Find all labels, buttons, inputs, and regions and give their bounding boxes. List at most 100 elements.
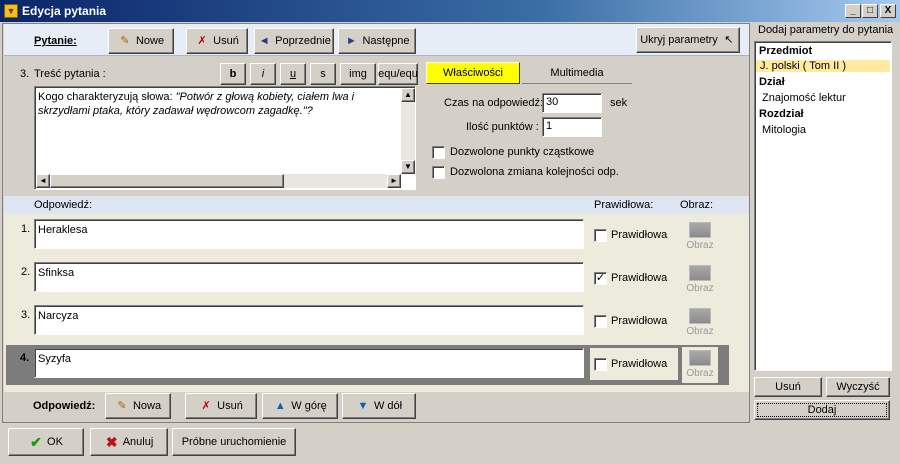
new-question-label: Nowe — [135, 35, 165, 47]
clear-parameters-button[interactable]: Wyczyść — [826, 377, 890, 397]
underline-button[interactable]: u — [280, 63, 306, 85]
italic-button[interactable]: i — [250, 63, 276, 85]
time-label: Czas na odpowiedź: — [444, 97, 544, 109]
question-number: 3. — [20, 68, 30, 80]
image-placeholder-icon — [689, 265, 711, 281]
new-question-button[interactable]: ✎ Nowe — [108, 28, 174, 54]
correct-checkbox[interactable]: ✓ — [594, 272, 607, 285]
correct-checkbox[interactable] — [594, 358, 607, 371]
app-icon: ▼ — [4, 4, 18, 18]
answer-image-button[interactable]: Obraz — [685, 350, 715, 379]
answer-footer-label: Odpowiedź: — [33, 400, 96, 412]
move-up-label: W górę — [291, 400, 327, 412]
hide-parameters-button[interactable]: Ukryj parametry ↖ — [636, 27, 740, 53]
tree-header-section: Dział — [759, 76, 785, 88]
image-label: Obraz — [686, 368, 714, 379]
points-label: Ilość punktów : — [466, 121, 539, 133]
image-placeholder-icon — [689, 308, 711, 324]
horizontal-scrollbar[interactable]: ◄ ► — [36, 174, 401, 188]
vertical-scrollbar[interactable]: ▲ ▼ — [401, 88, 415, 174]
time-unit: sek — [610, 97, 628, 109]
test-run-button[interactable]: Próbne uruchomienie — [172, 428, 296, 456]
tab-properties[interactable]: Właściwości — [426, 62, 520, 84]
cancel-button[interactable]: ✖ Anuluj — [90, 428, 168, 456]
image-label: Obraz — [686, 283, 714, 294]
image-label: Obraz — [686, 240, 714, 251]
order-change-checkbox[interactable] — [432, 166, 445, 179]
tab-multimedia[interactable]: Multimedia — [522, 62, 632, 84]
tree-header-chapter: Rozdział — [759, 108, 804, 120]
arrow-right-icon: ► — [346, 35, 357, 47]
tree-header-subject: Przedmiot — [759, 45, 813, 57]
tree-item-section[interactable]: Znajomość lektur — [762, 92, 846, 104]
partial-points-checkbox[interactable] — [432, 146, 445, 159]
add-parameter-button[interactable]: Dodaj — [754, 400, 890, 420]
delete-answer-button[interactable]: ✗ Usuń — [185, 393, 257, 419]
cancel-icon: ✖ — [105, 434, 118, 450]
arrow-left-icon: ◄ — [258, 35, 270, 47]
answer-number: 3. — [21, 309, 31, 321]
pencil-icon: ✎ — [117, 400, 127, 412]
tree-item-subject[interactable]: J. polski ( Tom II ) — [756, 60, 890, 72]
delete-answer-label: Usuń — [217, 400, 243, 412]
image-label: Obraz — [686, 326, 714, 337]
points-input[interactable]: 1 — [542, 117, 602, 137]
previous-question-button[interactable]: ◄ Poprzednie — [254, 28, 334, 54]
partial-points-label: Dozwolone punkty cząstkowe — [450, 146, 595, 158]
tree-item-chapter[interactable]: Mitologia — [762, 124, 806, 136]
image-column-header: Obraz: — [680, 199, 714, 211]
correct-checkbox[interactable] — [594, 315, 607, 328]
delete-icon: ✗ — [197, 35, 207, 47]
strikethrough-button[interactable]: s — [310, 63, 336, 85]
answer-image-button[interactable]: Obraz — [685, 265, 715, 294]
close-button[interactable]: X — [880, 4, 896, 18]
question-text-area[interactable]: Kogo charakteryzują słowa: "Potwór z gło… — [34, 86, 416, 190]
pencil-icon: ✎ — [120, 35, 130, 47]
minimize-button[interactable]: _ — [845, 4, 861, 18]
maximize-button[interactable]: □ — [862, 4, 878, 18]
question-text: Kogo charakteryzują słowa: — [38, 91, 176, 103]
hide-parameters-label: Ukryj parametry — [640, 34, 718, 46]
answer-input[interactable]: Syzyfa — [34, 348, 584, 378]
correct-column-header: Prawidłowa: — [594, 199, 654, 211]
horizontal-scroll-thumb[interactable] — [50, 174, 284, 188]
correct-label: Prawidłowa — [611, 358, 668, 370]
answer-number: 2. — [21, 266, 31, 278]
ok-button[interactable]: ✔ OK — [8, 428, 84, 456]
answer-image-button[interactable]: Obraz — [685, 222, 715, 251]
correct-label: Prawidłowa — [611, 272, 668, 284]
bold-button[interactable]: b — [220, 63, 246, 85]
scroll-down-icon[interactable]: ▼ — [401, 160, 415, 174]
delete-icon: ✗ — [201, 400, 211, 412]
image-placeholder-icon — [689, 350, 711, 366]
next-question-button[interactable]: ► Następne — [338, 28, 416, 54]
question-content-label: Treść pytania : — [34, 68, 106, 80]
checkmark-icon: ✔ — [30, 434, 42, 450]
answer-image-button[interactable]: Obraz — [685, 308, 715, 337]
question-label: Pytanie: — [34, 35, 77, 47]
parameters-tree[interactable]: Przedmiot J. polski ( Tom II ) Dział Zna… — [754, 41, 892, 371]
arrow-up-icon: ▲ — [274, 400, 286, 412]
scroll-up-icon[interactable]: ▲ — [401, 88, 415, 102]
correct-checkbox[interactable] — [594, 229, 607, 242]
move-down-label: W dół — [373, 400, 403, 412]
equation-button[interactable]: equ/equ — [378, 63, 418, 85]
scroll-right-icon[interactable]: ► — [387, 174, 401, 188]
window-title: Edycja pytania — [22, 4, 107, 18]
answer-column-header: Odpowiedź: — [34, 199, 93, 211]
image-button[interactable]: img — [340, 63, 376, 85]
answer-number: 4. — [20, 352, 30, 364]
move-down-button[interactable]: ▼ W dół — [342, 393, 416, 419]
answer-input[interactable]: Heraklesa — [34, 219, 584, 249]
delete-question-button[interactable]: ✗ Usuń — [186, 28, 248, 54]
move-up-button[interactable]: ▲ W górę — [262, 393, 338, 419]
new-answer-button[interactable]: ✎ Nowa — [105, 393, 171, 419]
scroll-left-icon[interactable]: ◄ — [36, 174, 50, 188]
answer-input[interactable]: Sfinksa — [34, 262, 584, 292]
parameters-panel-title: Dodaj parametry do pytania — [758, 24, 894, 36]
previous-question-label: Poprzednie — [275, 35, 331, 47]
answer-input[interactable]: Narcyza — [34, 305, 584, 335]
remove-parameter-button[interactable]: Usuń — [754, 377, 822, 397]
time-input[interactable]: 30 — [542, 93, 602, 113]
title-bar: ▼ Edycja pytania _ □ X — [0, 0, 900, 22]
